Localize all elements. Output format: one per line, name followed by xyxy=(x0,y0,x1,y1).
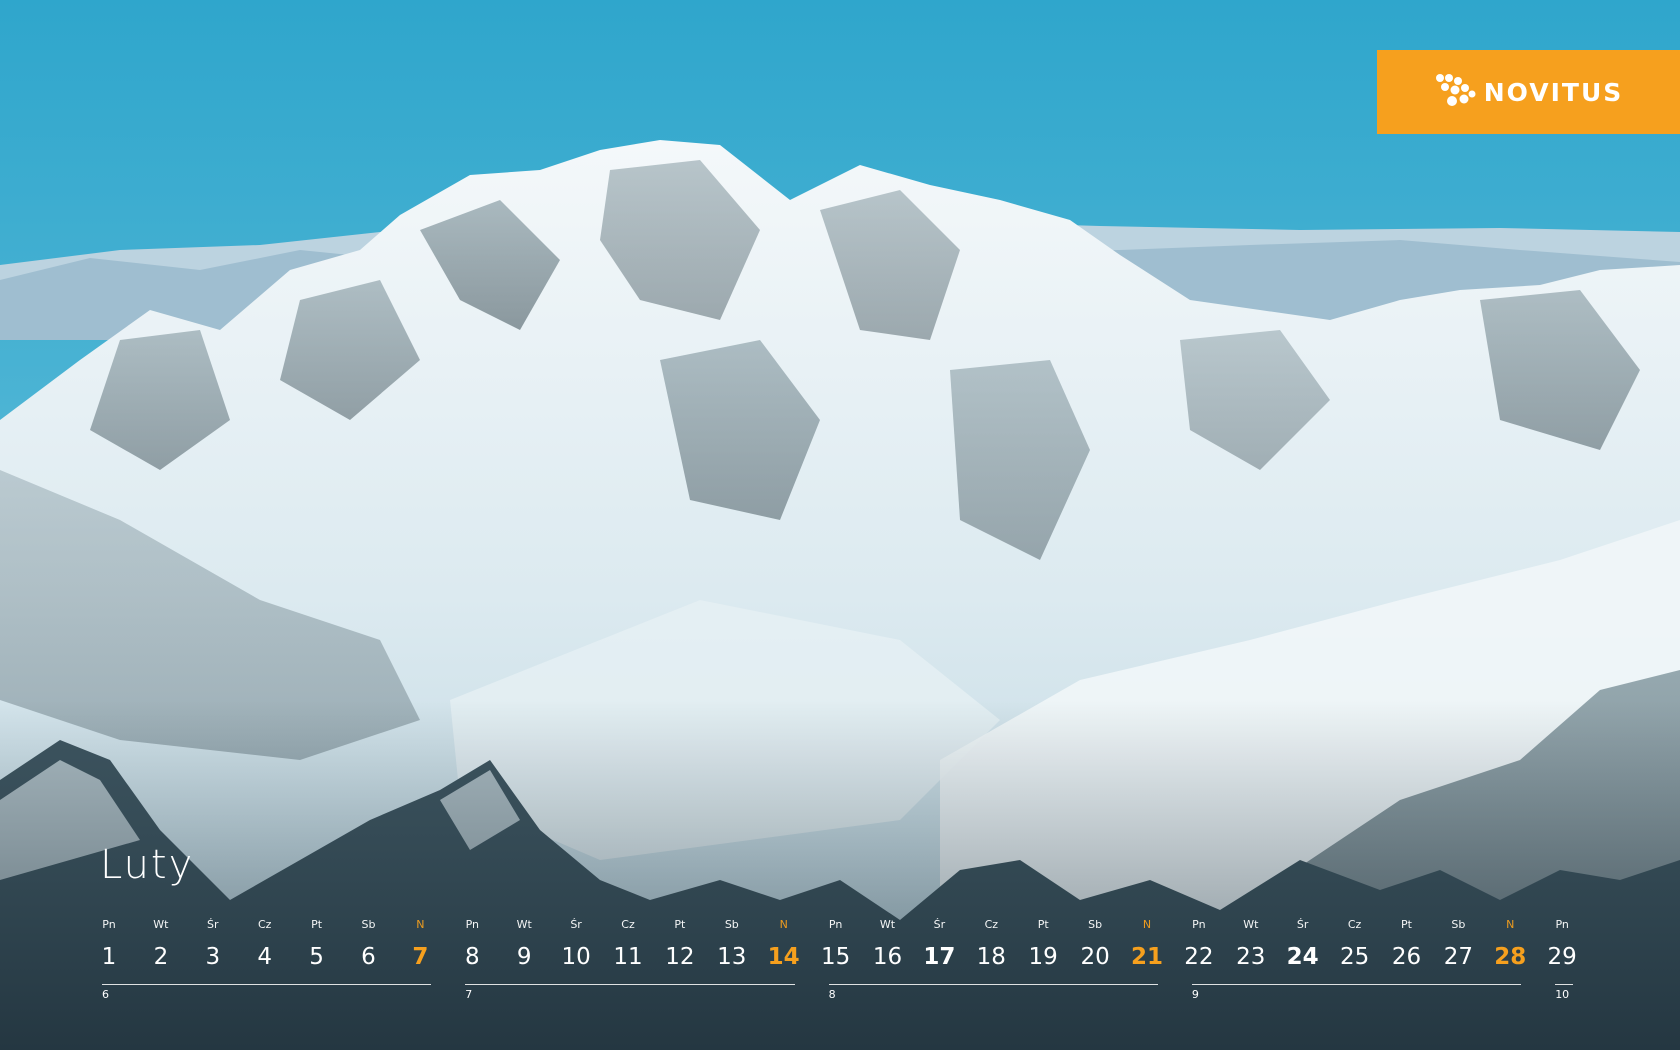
day-number: 22 xyxy=(1184,944,1214,970)
weekday-label: Cz xyxy=(984,918,999,931)
weekday-label: Pn xyxy=(828,918,843,931)
weekday-label: Wt xyxy=(1243,918,1259,931)
day-number: 20 xyxy=(1080,944,1110,970)
weekday-label: Śr xyxy=(207,918,219,931)
day-number: 13 xyxy=(717,944,747,970)
day-number: 23 xyxy=(1236,944,1266,970)
day-number: 17 xyxy=(923,944,956,970)
weekday-label: Sb xyxy=(1088,918,1103,931)
day-number: 5 xyxy=(309,944,324,970)
day-number: 4 xyxy=(257,944,272,970)
day-number: 21 xyxy=(1130,944,1163,970)
day-number: 1 xyxy=(101,944,117,970)
weekday-label: Cz xyxy=(257,918,272,931)
weekday-label: Wt xyxy=(516,918,532,931)
weekday-label: Śr xyxy=(1296,918,1309,931)
weekday-label: Pt xyxy=(1037,918,1049,931)
day-number: 16 xyxy=(872,944,903,970)
day-number: 14 xyxy=(767,944,800,970)
weekday-label: Sb xyxy=(724,918,739,931)
brand-name: NOVITUS xyxy=(1483,77,1624,107)
day-number: 28 xyxy=(1494,944,1527,970)
day-number: 11 xyxy=(613,944,643,970)
weekday-label: Pt xyxy=(1401,918,1412,931)
day-number: 18 xyxy=(976,944,1006,970)
day-number: 7 xyxy=(412,944,429,970)
day-number: 6 xyxy=(361,944,376,970)
weekday-label: Pt xyxy=(311,918,323,931)
day-number: 9 xyxy=(516,944,532,970)
weekday-label: Pn xyxy=(1555,918,1569,931)
weekday-label: Wt xyxy=(153,918,169,931)
novitus-dots-icon xyxy=(1434,72,1478,112)
novitus-logo: NOVITUS xyxy=(1377,50,1680,134)
weekday-label: N xyxy=(416,918,425,931)
day-number: 10 xyxy=(561,944,591,970)
day-number: 25 xyxy=(1339,944,1370,970)
weekday-label: Pn xyxy=(102,918,116,931)
day-number: 8 xyxy=(464,944,480,970)
weekday-label: Cz xyxy=(1347,918,1362,931)
weekday-label: Wt xyxy=(879,918,896,931)
day-number: 19 xyxy=(1028,944,1058,970)
day-number: 24 xyxy=(1286,944,1319,970)
day-number: 27 xyxy=(1443,944,1474,970)
month-title: Luty xyxy=(100,842,195,888)
weekday-label: Pn xyxy=(465,918,479,931)
weekday-label: Sb xyxy=(361,918,376,931)
day-number: 26 xyxy=(1391,944,1422,970)
weekday-label: Cz xyxy=(621,918,635,931)
weekday-label: N xyxy=(779,918,788,931)
weekday-label: N xyxy=(1506,918,1515,931)
weekday-label: Śr xyxy=(933,918,946,931)
day-number: 12 xyxy=(665,944,695,970)
weekday-label: N xyxy=(1142,918,1152,931)
weekday-label: Sb xyxy=(1451,918,1466,931)
mountain-background xyxy=(0,0,1680,1050)
weekday-label: Pn xyxy=(1192,918,1206,931)
weekday-label: Śr xyxy=(570,918,582,931)
day-number: 15 xyxy=(820,944,851,970)
day-number: 2 xyxy=(153,944,169,970)
day-number: 3 xyxy=(205,944,221,970)
weekday-label: Pt xyxy=(674,918,686,931)
day-number: 29 xyxy=(1547,944,1577,970)
mountain-landscape-image xyxy=(0,0,1680,1050)
